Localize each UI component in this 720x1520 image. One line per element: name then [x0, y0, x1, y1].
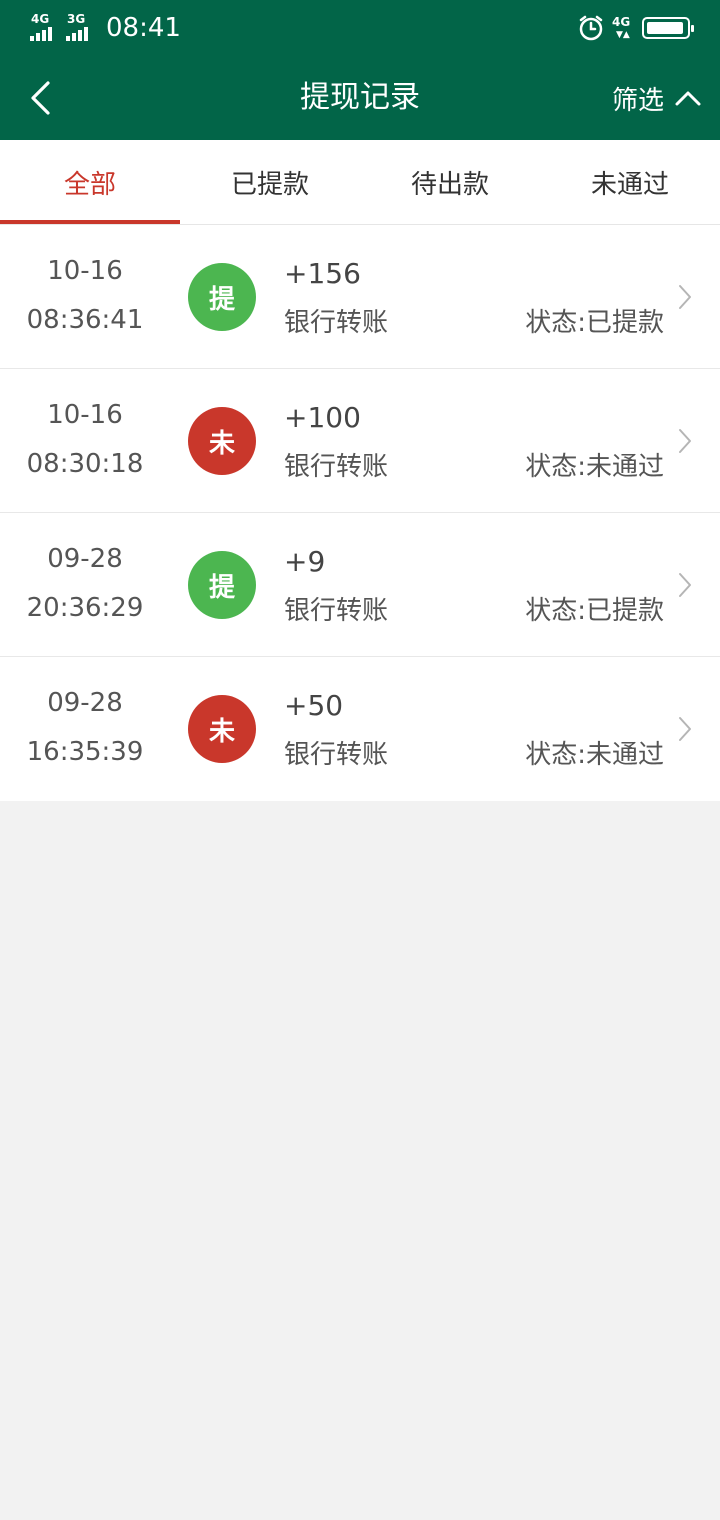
status-badge: 未 — [188, 407, 256, 475]
record-amount: +50 — [284, 689, 344, 722]
sim2-signal-icon: 3G — [66, 13, 96, 43]
alarm-icon — [579, 15, 603, 41]
chevron-right-icon — [679, 429, 691, 453]
filter-button[interactable]: 筛选 — [612, 78, 702, 118]
battery-icon — [642, 17, 694, 39]
record-time: 08:36:41 — [26, 305, 144, 335]
record-time: 20:36:29 — [26, 593, 144, 623]
record-time: 08:30:18 — [26, 449, 144, 479]
status-bar-left: 4G 3G 08:41 — [30, 12, 181, 44]
record-status: 状态:未通过 — [525, 452, 664, 482]
record-date: 09-28 — [47, 544, 123, 574]
record-row[interactable]: 09-28 20:36:29 提 +9 银行转账 状态:已提款 — [0, 513, 720, 657]
record-date: 10-16 — [47, 400, 123, 430]
filter-label: 筛选 — [611, 85, 664, 116]
record-date: 10-16 — [47, 256, 123, 286]
status-bar: 4G 3G 08:41 4G ▼▲ — [0, 0, 720, 56]
status-badge: 提 — [188, 263, 256, 331]
record-method: 银行转账 — [284, 740, 389, 770]
sim1-network-tag: 4G — [31, 12, 50, 26]
record-row[interactable]: 10-16 08:36:41 提 +156 银行转账 状态:已提款 — [0, 225, 720, 369]
chevron-right-icon — [679, 285, 691, 309]
record-amount: +100 — [284, 401, 361, 434]
mobile-data-tag: 4G — [612, 15, 631, 29]
record-status: 状态:未通过 — [525, 740, 664, 770]
record-time: 16:35:39 — [26, 737, 144, 767]
mobile-data-arrows: ▼▲ — [616, 30, 630, 40]
tab-all[interactable]: 全部 — [0, 140, 180, 224]
status-badge: 提 — [188, 551, 256, 619]
status-time: 08:41 — [106, 13, 181, 43]
record-date: 09-28 — [47, 688, 123, 718]
filter-tabs: 全部 已提款 待出款 未通过 — [0, 140, 720, 225]
record-method: 银行转账 — [284, 596, 389, 626]
status-bar-right: 4G ▼▲ — [578, 12, 694, 44]
back-button[interactable] — [18, 74, 62, 122]
mobile-data-icon: 4G ▼▲ — [612, 14, 634, 42]
record-row[interactable]: 09-28 16:35:39 未 +50 银行转账 状态:未通过 — [0, 657, 720, 801]
sim1-signal-icon: 4G — [30, 13, 60, 43]
status-badge: 未 — [188, 695, 256, 763]
record-method: 银行转账 — [284, 452, 389, 482]
withdrawal-record-list: 10-16 08:36:41 提 +156 银行转账 状态:已提款 10-16 … — [0, 225, 720, 801]
chevron-left-icon — [31, 81, 50, 115]
chevron-up-icon — [675, 91, 701, 106]
chevron-right-icon — [679, 717, 691, 741]
tab-withdrawn[interactable]: 已提款 — [180, 140, 360, 224]
sim2-network-tag: 3G — [67, 12, 86, 26]
chevron-right-icon — [679, 573, 691, 597]
nav-bar: 提现记录 筛选 — [0, 56, 720, 140]
record-status: 状态:已提款 — [525, 308, 664, 338]
record-amount: +156 — [284, 257, 361, 290]
record-row[interactable]: 10-16 08:30:18 未 +100 银行转账 状态:未通过 — [0, 369, 720, 513]
record-status: 状态:已提款 — [525, 596, 664, 626]
record-amount: +9 — [284, 545, 326, 578]
tab-pending[interactable]: 待出款 — [360, 140, 540, 224]
record-method: 银行转账 — [284, 308, 389, 338]
tab-rejected[interactable]: 未通过 — [540, 140, 720, 224]
